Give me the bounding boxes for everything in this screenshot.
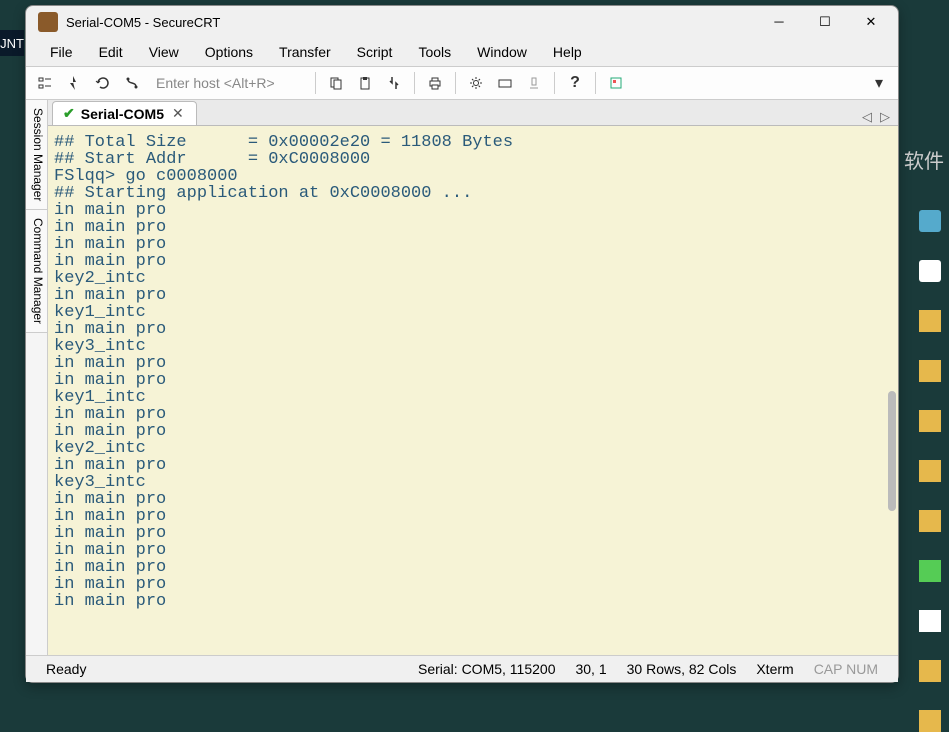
tab-close-button[interactable]: ✕ bbox=[170, 105, 186, 122]
body-area: Session Manager Command Manager ✔ Serial… bbox=[26, 100, 898, 656]
left-rail: Session Manager Command Manager bbox=[26, 100, 48, 655]
session-manager-button[interactable] bbox=[32, 70, 58, 96]
menu-window[interactable]: Window bbox=[465, 40, 539, 64]
bg-desktop-icons bbox=[919, 210, 941, 732]
toolbar-separator bbox=[455, 72, 456, 94]
menubar: File Edit View Options Transfer Script T… bbox=[26, 38, 898, 66]
status-caps-num: CAP NUM bbox=[804, 661, 888, 677]
toolbar: Enter host <Alt+R> ? ▾ bbox=[26, 66, 898, 100]
app-window: Serial-COM5 - SecureCRT ─ ☐ ✕ File Edit … bbox=[25, 5, 899, 683]
rail-command-manager[interactable]: Command Manager bbox=[26, 210, 47, 333]
bg-text-right: 软件 bbox=[904, 145, 944, 174]
reconnect-button[interactable] bbox=[90, 70, 116, 96]
host-entry-input[interactable]: Enter host <Alt+R> bbox=[148, 75, 308, 91]
menu-script[interactable]: Script bbox=[345, 40, 405, 64]
menu-help[interactable]: Help bbox=[541, 40, 594, 64]
status-connection: Serial: COM5, 115200 bbox=[408, 661, 565, 677]
toolbar-separator bbox=[595, 72, 596, 94]
status-emulation: Xterm bbox=[746, 661, 803, 677]
menu-options[interactable]: Options bbox=[193, 40, 265, 64]
connect-in-tab-button[interactable] bbox=[119, 70, 145, 96]
titlebar[interactable]: Serial-COM5 - SecureCRT ─ ☐ ✕ bbox=[26, 6, 898, 38]
menu-view[interactable]: View bbox=[137, 40, 191, 64]
status-ready: Ready bbox=[36, 661, 96, 677]
quick-connect-button[interactable] bbox=[61, 70, 87, 96]
scrollbar-thumb[interactable] bbox=[888, 391, 896, 511]
menu-transfer[interactable]: Transfer bbox=[267, 40, 343, 64]
toolbar-separator bbox=[315, 72, 316, 94]
toolbar-overflow-button[interactable]: ▾ bbox=[866, 70, 892, 96]
tab-prev-button[interactable]: ◁ bbox=[858, 109, 876, 125]
help-button[interactable]: ? bbox=[562, 70, 588, 96]
app-icon bbox=[38, 12, 58, 32]
rail-session-manager[interactable]: Session Manager bbox=[26, 100, 47, 210]
maximize-button[interactable]: ☐ bbox=[802, 7, 848, 37]
script-button[interactable] bbox=[603, 70, 629, 96]
statusbar: Ready Serial: COM5, 115200 30, 1 30 Rows… bbox=[26, 656, 898, 682]
main-area: ✔ Serial-COM5 ✕ ◁ ▷ ## Total Size = 0x00… bbox=[48, 100, 898, 655]
session-tab[interactable]: ✔ Serial-COM5 ✕ bbox=[52, 101, 197, 125]
paste-button[interactable] bbox=[352, 70, 378, 96]
status-cursor: 30, 1 bbox=[565, 661, 616, 677]
check-icon: ✔ bbox=[63, 105, 75, 122]
menu-file[interactable]: File bbox=[38, 40, 85, 64]
window-title: Serial-COM5 - SecureCRT bbox=[66, 15, 756, 30]
toggle-button[interactable] bbox=[521, 70, 547, 96]
terminal-output[interactable]: ## Total Size = 0x00002e20 = 11808 Bytes… bbox=[48, 126, 898, 655]
toolbar-separator bbox=[414, 72, 415, 94]
keyboard-button[interactable] bbox=[492, 70, 518, 96]
find-button[interactable] bbox=[381, 70, 407, 96]
print-button[interactable] bbox=[422, 70, 448, 96]
settings-button[interactable] bbox=[463, 70, 489, 96]
bg-fragment-left: JNT bbox=[0, 30, 24, 56]
tab-label: Serial-COM5 bbox=[81, 106, 164, 122]
copy-button[interactable] bbox=[323, 70, 349, 96]
status-size: 30 Rows, 82 Cols bbox=[617, 661, 747, 677]
menu-edit[interactable]: Edit bbox=[87, 40, 135, 64]
toolbar-separator bbox=[554, 72, 555, 94]
tab-next-button[interactable]: ▷ bbox=[876, 109, 894, 125]
tab-row: ✔ Serial-COM5 ✕ ◁ ▷ bbox=[48, 100, 898, 126]
minimize-button[interactable]: ─ bbox=[756, 7, 802, 37]
close-button[interactable]: ✕ bbox=[848, 7, 894, 37]
menu-tools[interactable]: Tools bbox=[406, 40, 463, 64]
